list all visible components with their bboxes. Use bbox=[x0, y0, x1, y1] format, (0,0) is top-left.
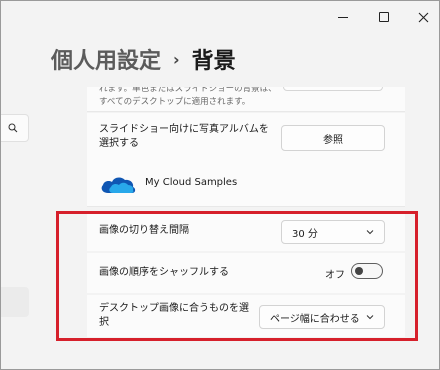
chevron-down-icon bbox=[366, 315, 374, 320]
breadcrumb-parent[interactable]: 個人用設定 bbox=[51, 43, 161, 75]
settings-content: れます。単色またはスライドショーの背景は、 すべてのデスクトップに適用されます。… bbox=[87, 87, 405, 369]
onedrive-cloud-icon bbox=[101, 177, 136, 193]
shuffle-label: 画像の順序をシャッフルする bbox=[99, 267, 229, 278]
fit-label: デスクトップ画像に合うものを選択 bbox=[99, 303, 249, 328]
interval-dropdown[interactable]: 30 分 bbox=[281, 220, 385, 244]
close-icon bbox=[418, 12, 428, 22]
shuffle-state-label: オフ bbox=[325, 270, 345, 281]
background-description: れます。単色またはスライドショーの背景は、 すべてのデスクトップに適用されます。 bbox=[99, 87, 277, 107]
interval-value: 30 分 bbox=[292, 228, 318, 240]
album-label: スライドショー向けに写真アルバムを選択する bbox=[99, 124, 269, 149]
shuffle-setting-row: 画像の順序をシャッフルする オフ bbox=[87, 253, 405, 293]
browse-button[interactable]: 参照 bbox=[281, 125, 385, 151]
chevron-down-icon bbox=[366, 230, 374, 235]
minimize-icon bbox=[338, 16, 348, 18]
page-title: 個人用設定 › 背景 bbox=[51, 43, 236, 75]
background-type-card: れます。単色またはスライドショーの背景は、 すべてのデスクトップに適用されます。 bbox=[87, 87, 405, 112]
breadcrumb-separator: › bbox=[173, 49, 180, 69]
minimize-button[interactable] bbox=[326, 5, 360, 29]
close-button[interactable] bbox=[406, 5, 439, 29]
search-icon bbox=[8, 123, 18, 133]
sidebar-item-selected[interactable] bbox=[1, 287, 29, 317]
album-source-name: My Cloud Samples bbox=[145, 177, 238, 188]
shuffle-toggle[interactable] bbox=[351, 263, 383, 279]
interval-label: 画像の切り替え間隔 bbox=[99, 225, 189, 236]
album-card: スライドショー向けに写真アルバムを選択する 参照 My Cloud Sample… bbox=[87, 113, 405, 207]
search-button[interactable] bbox=[1, 114, 29, 142]
breadcrumb-current: 背景 bbox=[191, 49, 236, 74]
interval-setting-row: 画像の切り替え間隔 30 分 bbox=[87, 211, 405, 251]
fit-value: ページ幅に合わせる bbox=[270, 313, 360, 325]
toggle-knob bbox=[355, 267, 363, 275]
background-type-dropdown[interactable] bbox=[283, 87, 383, 91]
fit-setting-row: デスクトップ画像に合うものを選択 ページ幅に合わせる bbox=[87, 295, 405, 337]
fit-dropdown[interactable]: ページ幅に合わせる bbox=[259, 305, 385, 329]
settings-window: 個人用設定 › 背景 れます。単色またはスライドショーの背景は、 すべてのデスク… bbox=[0, 0, 440, 370]
maximize-icon bbox=[379, 12, 389, 22]
maximize-button[interactable] bbox=[367, 5, 401, 29]
